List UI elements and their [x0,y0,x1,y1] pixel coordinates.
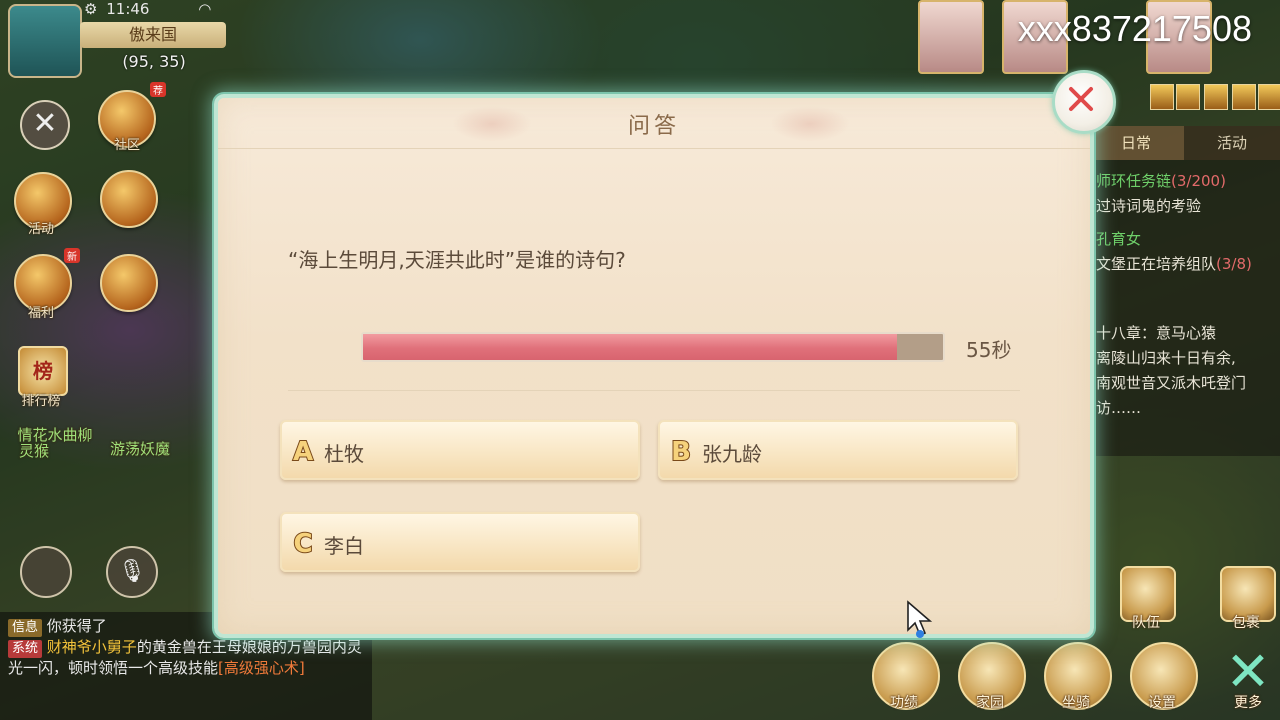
story-line: 离陵山归来十日有余, [1096,349,1236,367]
option-b-letter-icon: B [670,436,692,466]
microphone-icon: 🎙 [118,559,146,584]
option-b-label: 张九龄 [702,442,762,466]
quest-count: (3/200) [1171,172,1226,190]
tab-events[interactable]: 活动 [1184,126,1280,160]
menu-label: 功绩 [890,695,918,711]
quest-desc: 过诗词鬼的考验 [1096,197,1202,215]
location-map-button[interactable] [8,4,82,78]
dialog-close-button[interactable] [1052,70,1116,134]
bag-label: 包裹 [1232,615,1260,631]
ranking-button[interactable]: 榜 [18,346,68,396]
npc-name-3: 游荡妖魔 [109,440,170,458]
svg-text:C: C [293,529,312,558]
rank-char: 榜 [33,359,53,383]
clock-time: 11:46 [106,0,150,18]
countdown-bar-fill [363,334,897,360]
divider [288,390,1020,391]
chat-text: 你获得了 [46,617,107,635]
countdown-bar [361,332,945,362]
close-x-icon: ✕ [32,106,58,141]
chat-player-name[interactable]: 财神爷小舅子 [47,638,137,656]
quiz-dialog: 问答 “海上生明月,天涯共此时”是谁的诗句? 55秒 A 杜牧 B 张九龄 C … [214,94,1094,638]
option-c-label: 李白 [324,534,364,558]
voice-mic-button[interactable]: 🎙 [106,546,158,598]
hud-label-ranking: 排行榜 [21,394,61,409]
buff-icon[interactable] [1232,84,1256,110]
buff-icon[interactable] [1150,84,1174,110]
npc-name-2: 灵猴 [18,442,49,460]
new-badge: 新 [64,248,80,263]
wifi-icon: ◠ [198,0,212,18]
menu-label: 设置 [1148,695,1176,711]
tracker-tabs: 日常 活动 [1088,126,1280,160]
quest-tracker: 日常 活动 师环任务链(3/200) 过诗词鬼的考验 孔育女 文堡正在培养组队(… [1088,126,1280,456]
mascot-icon[interactable] [100,170,158,228]
svg-text:B: B [671,437,691,466]
hud-label-activity: 活动 [27,222,54,237]
quest-title: 师环任务链 [1096,172,1172,190]
story-title[interactable]: 十八章：意马心猿 [1088,320,1280,345]
settings-gear-icon: ⚙ [84,0,98,18]
buff-icon[interactable] [1176,84,1200,110]
zone-name[interactable]: 傲来国 [80,22,226,48]
buff-icon[interactable] [1204,84,1228,110]
tab-daily[interactable]: 日常 [1088,126,1184,160]
chat-line: 系统 财神爷小舅子的黄金兽在王母娘娘的万兽园内灵光一闪，顿时领悟一个高级技能[高… [8,637,364,679]
countdown-text: 55秒 [966,338,1012,362]
dialog-title: 问答 [627,114,680,139]
emote-button[interactable] [20,546,72,598]
answer-option-c[interactable]: C 李白 [280,512,640,572]
player-coordinates: (95, 35) [122,52,186,71]
quest-item[interactable]: 孔育女 [1088,226,1280,251]
chat-skill-link[interactable]: [高级强心术] [218,659,305,677]
close-icon [1069,87,1093,111]
recommend-badge: 荐 [150,82,166,97]
answer-option-a[interactable]: A 杜牧 [280,420,640,480]
option-a-letter-icon: A [292,436,314,466]
watermark-text: xxx837217508 [1017,8,1252,49]
team-portrait-1[interactable] [918,0,984,74]
quest-desc: 文堡正在培养组队(3/8) [1088,251,1280,276]
answer-option-b[interactable]: B 张九龄 [658,420,1018,480]
menu-label: 家园 [976,695,1004,711]
status-bar: ⚙ 11:46 ◠ [84,0,234,20]
team-label: 队伍 [1132,615,1160,631]
compass-icon[interactable] [100,254,158,312]
chat-tag: 信息 [8,619,43,637]
quest-count: (3/8) [1216,255,1252,273]
exit-button[interactable]: ✕ [20,100,70,150]
quiz-question: “海上生明月,天涯共此时”是谁的诗句? [288,248,626,272]
svg-text:A: A [293,437,313,466]
buff-icon[interactable] [1258,84,1280,110]
story-line: 访…… [1096,399,1142,417]
menu-label: 更多 [1234,695,1262,711]
chat-tag: 系统 [8,640,43,658]
hud-label-welfare: 福利 [27,306,54,321]
option-a-label: 杜牧 [324,442,364,466]
hud-label-community: 社区 [113,138,140,153]
option-c-letter-icon: C [292,528,313,558]
story-line: 南观世音又派木吒登门 [1096,374,1247,392]
quest-desc-text: 文堡正在培养组队 [1096,255,1217,273]
menu-label: 坐骑 [1062,695,1090,711]
quest-title: 孔育女 [1096,230,1142,248]
quest-item[interactable]: 师环任务链(3/200) [1088,168,1280,193]
dialog-header: 问答 [218,98,1090,149]
mouse-cursor-icon [907,600,933,638]
